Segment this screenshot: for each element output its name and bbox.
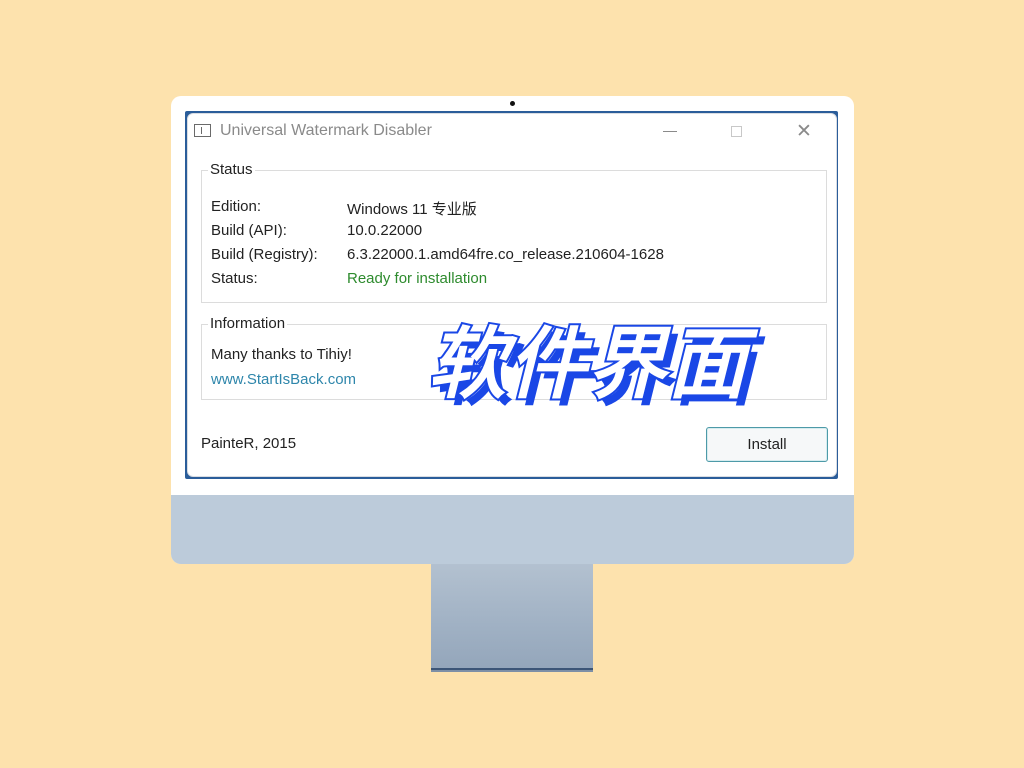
close-button[interactable]: ✕ xyxy=(784,119,824,143)
app-window-icon xyxy=(194,124,211,137)
overlay-caption: 软件界面 xyxy=(426,318,749,412)
author-credit: PainteR, 2015 xyxy=(201,435,297,452)
status-label: Edition: xyxy=(211,198,262,215)
status-label: Build (Registry): xyxy=(211,246,318,263)
app-window: Universal Watermark Disabler ✕ Status Ed… xyxy=(187,113,837,477)
minimize-icon xyxy=(663,130,677,132)
startisback-link[interactable]: www.StartIsBack.com xyxy=(211,371,356,388)
maximize-icon xyxy=(730,125,742,137)
status-value: 10.0.22000 xyxy=(347,222,423,239)
install-button[interactable]: Install xyxy=(706,427,828,462)
status-value: 6.3.22000.1.amd64fre.co_release.210604-1… xyxy=(347,246,664,263)
status-groupbox: Status Edition: Windows 11 专业版 Build (AP… xyxy=(201,161,827,303)
maximize-button[interactable] xyxy=(716,119,756,143)
close-icon: ✕ xyxy=(796,120,812,142)
status-label: Build (API): xyxy=(211,222,287,239)
window-title: Universal Watermark Disabler xyxy=(220,122,432,139)
status-group-legend: Status xyxy=(208,161,255,178)
status-value: Windows 11 专业版 xyxy=(347,201,477,218)
status-label: Status: xyxy=(211,270,258,287)
title-bar[interactable]: Universal Watermark Disabler ✕ xyxy=(188,114,836,148)
status-value-ready: Ready for installation xyxy=(347,270,488,287)
monitor-stand xyxy=(431,564,593,672)
camera-dot xyxy=(510,101,515,106)
thanks-text: Many thanks to Tihiy! xyxy=(211,346,352,363)
information-group-legend: Information xyxy=(208,315,288,332)
monitor-stand-base xyxy=(431,670,593,672)
minimize-button[interactable] xyxy=(650,119,690,143)
monitor-chin xyxy=(171,495,854,564)
